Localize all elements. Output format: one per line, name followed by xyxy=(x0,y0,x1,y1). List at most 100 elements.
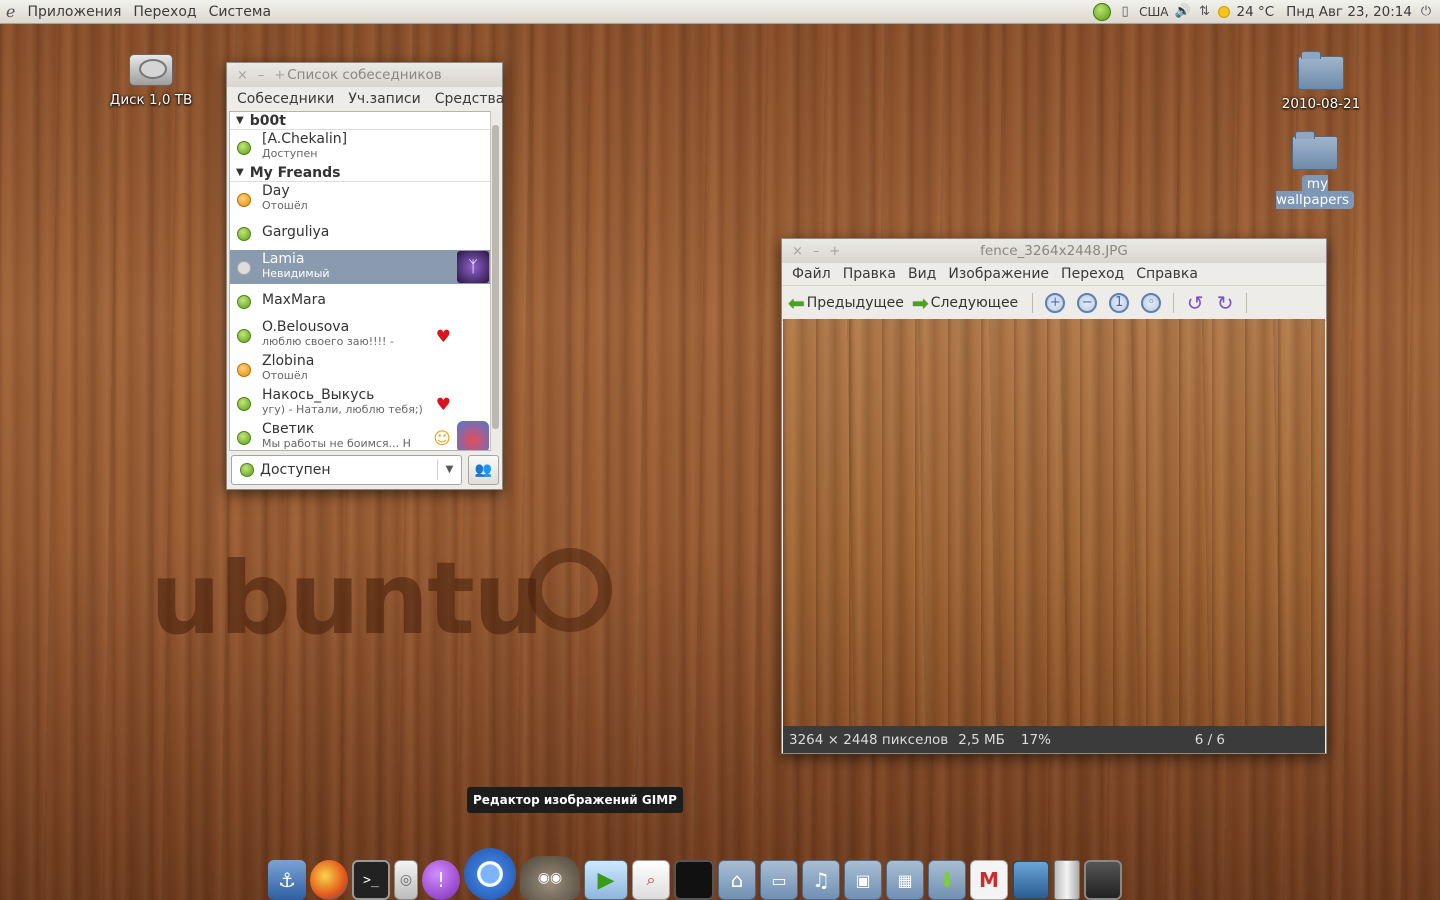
gmail-icon[interactable]: M xyxy=(970,860,1008,900)
buddy-row[interactable]: O.Belousova люблю своего заю!!!! - ♥ xyxy=(230,318,491,352)
menu-go[interactable]: Переход xyxy=(1055,266,1130,282)
ubuntu-watermark: ubuntu xyxy=(150,540,544,657)
scrollbar[interactable] xyxy=(490,111,500,451)
video-player-icon[interactable]: ▶ xyxy=(584,860,628,900)
menu-view[interactable]: Вид xyxy=(902,266,942,282)
zoom-out-icon[interactable]: − xyxy=(1077,293,1098,313)
desktop-icon[interactable] xyxy=(1012,860,1050,900)
indicator-area: ▯ США 🔊 ⇅ 24 °C Пнд Авг 23, 20:14 ⏻ xyxy=(1093,2,1440,21)
documents-folder-icon[interactable]: ▭ xyxy=(760,860,798,900)
rotate-left-icon[interactable]: ↺ xyxy=(1184,291,1206,315)
desktop-icon-my-wallpapers[interactable]: my wallpapers xyxy=(1262,131,1368,209)
menu-buddies[interactable]: Собеседники xyxy=(231,91,340,107)
monitor-icon[interactable] xyxy=(674,860,714,900)
menu-edit[interactable]: Правка xyxy=(837,266,902,282)
buddy-row[interactable]: [A.Chekalin] Доступен xyxy=(230,130,491,164)
chevron-down-icon[interactable]: ▼ xyxy=(437,460,461,480)
available-status-icon xyxy=(237,295,251,309)
buddy-row[interactable]: Светик Мы работы не боимся... Н ☺ xyxy=(230,420,491,450)
image-viewer-window: × – + fence_3264x2448.JPG Файл Правка Ви… xyxy=(781,238,1327,754)
rotate-right-icon[interactable]: ↻ xyxy=(1214,291,1236,315)
close-icon[interactable]: × xyxy=(792,244,803,259)
buddy-pounce-button[interactable]: 👥 xyxy=(468,455,499,485)
buddy-avatar xyxy=(457,421,489,450)
trash-icon[interactable] xyxy=(1054,860,1080,900)
ipod-icon[interactable]: ◎ xyxy=(394,860,418,900)
buddy-list: ▼ b00t [A.Chekalin] Доступен ▼ My Freands … xyxy=(229,111,492,451)
home-folder-icon[interactable]: ⌂ xyxy=(718,860,756,900)
available-status-icon xyxy=(237,227,251,241)
status-selector[interactable]: Доступен ▼ xyxy=(231,455,462,485)
menubar: Собеседники Уч.записи Средства xyxy=(227,87,504,111)
menu-accounts[interactable]: Уч.записи xyxy=(342,91,426,107)
music-folder-icon[interactable]: ♫ xyxy=(802,860,840,900)
buddy-list-window: × – + Список собеседников Собеседники Уч… xyxy=(226,62,504,490)
buddy-row-selected[interactable]: Lamia Невидимый ᛉ xyxy=(230,250,491,284)
menu-file[interactable]: Файл xyxy=(786,266,837,282)
titlebar[interactable]: × – + Список собеседников xyxy=(227,63,502,87)
power-icon[interactable]: ⏻ xyxy=(1418,4,1434,20)
image-canvas[interactable] xyxy=(783,319,1325,727)
gimp-icon[interactable]: ◉◉ xyxy=(520,856,580,900)
next-button[interactable]: ➡ Следующее xyxy=(912,291,1018,315)
expander-icon: ▼ xyxy=(236,167,244,178)
buddy-row[interactable]: Day Отошёл xyxy=(230,182,491,216)
menu-help[interactable]: Справка xyxy=(1130,266,1204,282)
invisible-status-icon xyxy=(237,261,251,275)
menu-applications[interactable]: Приложения xyxy=(21,4,127,20)
previous-button[interactable]: ⬅ Предыдущее xyxy=(788,291,904,315)
separator xyxy=(1173,293,1175,313)
maximize-icon[interactable]: + xyxy=(274,68,285,83)
buddy-row[interactable]: Garguliya xyxy=(230,216,491,250)
firefox-icon[interactable] xyxy=(310,860,348,900)
menu-system[interactable]: Система xyxy=(203,4,277,20)
ubuntu-logo-icon[interactable]: ℯ xyxy=(0,2,21,21)
videos-folder-icon[interactable]: ▦ xyxy=(886,860,924,900)
buddy-row[interactable]: Zlobina Отошёл xyxy=(230,352,491,386)
maximize-icon[interactable]: + xyxy=(829,244,840,259)
harddisk-icon xyxy=(129,54,173,86)
buddy-row[interactable]: MaxMara xyxy=(230,284,491,318)
menu-image[interactable]: Изображение xyxy=(942,266,1055,282)
minimize-icon[interactable]: – xyxy=(813,244,820,259)
anchor-icon[interactable]: ⚓ xyxy=(268,860,306,900)
zoom-in-icon[interactable]: + xyxy=(1045,293,1066,313)
weather-icon[interactable] xyxy=(1218,5,1231,18)
toolbar: ⬅ Предыдущее ➡ Следующее + − 1 ◦ ↺ ↻ xyxy=(782,285,1326,321)
emoticon-icon: ☺ xyxy=(433,429,451,449)
arrow-right-icon: ➡ xyxy=(911,291,929,315)
image-viewer-icon[interactable]: ⌕ xyxy=(632,860,670,900)
desktop-icon-disk[interactable]: Диск 1,0 TB xyxy=(108,54,194,108)
folder-icon xyxy=(1292,131,1338,170)
scrollbar-thumb[interactable] xyxy=(492,125,499,429)
top-panel: ℯ Приложения Переход Система ▯ США 🔊 ⇅ 2… xyxy=(0,0,1440,24)
titlebar[interactable]: × – + fence_3264x2448.JPG xyxy=(782,239,1326,263)
menu-places[interactable]: Переход xyxy=(127,4,202,20)
pidgin-icon[interactable]: ! xyxy=(422,860,460,900)
desktop-icon-label: Диск 1,0 TB xyxy=(109,92,193,108)
volume-icon[interactable]: 🔊 xyxy=(1174,4,1190,20)
network-icon[interactable]: ⇅ xyxy=(1196,4,1212,20)
available-status-icon xyxy=(237,397,251,411)
group-header[interactable]: ▼ My Freands xyxy=(230,164,491,182)
screenshot-icon[interactable] xyxy=(1084,860,1122,900)
clock[interactable]: Пнд Авг 23, 20:14 xyxy=(1286,4,1412,20)
pictures-folder-icon[interactable]: ▣ xyxy=(844,860,882,900)
pidgin-status-icon[interactable] xyxy=(1093,2,1112,21)
menu-tools[interactable]: Средства xyxy=(429,91,511,107)
buddy-row[interactable]: Накось_Выкусь угу) - Натали, люблю тебя;… xyxy=(230,386,491,420)
terminal-icon[interactable]: >_ xyxy=(352,860,390,900)
battery-icon[interactable]: ▯ xyxy=(1117,4,1133,20)
weather-temp[interactable]: 24 °C xyxy=(1236,4,1274,20)
downloads-folder-icon[interactable]: ⬇ xyxy=(928,860,966,900)
minimize-icon[interactable]: – xyxy=(258,68,265,83)
zoom-normal-icon[interactable]: 1 xyxy=(1109,293,1130,313)
group-header[interactable]: ▼ b00t xyxy=(230,112,491,130)
image-dimensions: 3264 × 2448 пикселов xyxy=(789,731,949,748)
close-icon[interactable]: × xyxy=(237,68,248,83)
desktop-icon-folder-2010[interactable]: 2010-08-21 xyxy=(1278,51,1364,112)
keyboard-layout[interactable]: США xyxy=(1139,5,1168,19)
chromium-icon[interactable] xyxy=(464,848,516,900)
buddy-avatar: ᛉ xyxy=(457,251,489,283)
zoom-fit-icon[interactable]: ◦ xyxy=(1141,293,1162,313)
